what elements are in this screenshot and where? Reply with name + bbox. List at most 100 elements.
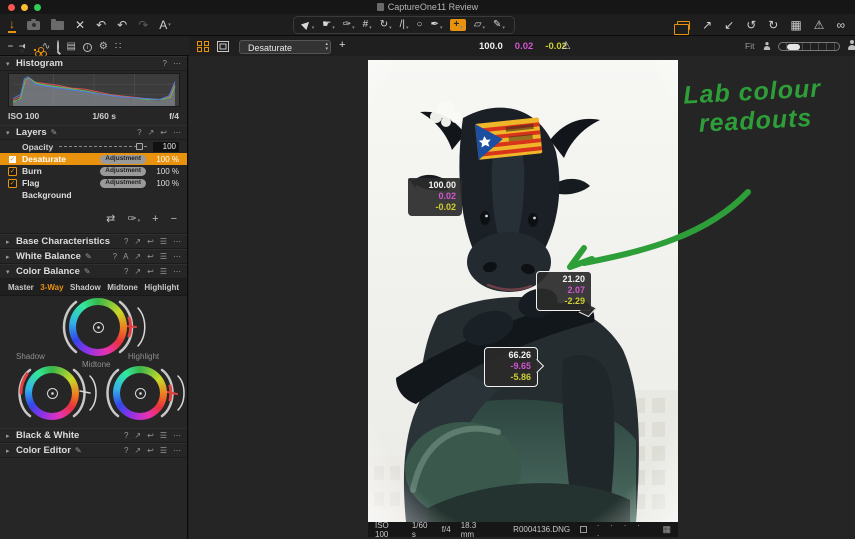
photo-canvas[interactable]: 100.00 0.02 -0.02 21.20 2.07 -2.29 66.26… [368,60,678,522]
copy-settings-icon[interactable]: ↗ [134,237,141,247]
highlight-wheel[interactable] [113,366,167,420]
undo-history-button[interactable]: ↶ [117,18,127,32]
more-icon[interactable]: ⋯ [173,252,181,262]
thumb-toggle-icon[interactable] [580,526,587,533]
shadow-wheel[interactable] [25,366,79,420]
zoom-slider[interactable] [778,42,840,51]
copy-settings-icon[interactable]: ↗ [134,446,141,456]
zoom-slider-knob[interactable] [787,44,800,50]
panel-header-layers[interactable]: ▾ Layers ✎ ? ↗ ↩ ⋯ [0,125,187,140]
lab-readout-tag-2[interactable]: 21.20 2.07 -2.29 [536,271,592,311]
delete-button[interactable]: ✕ [75,18,85,32]
help-icon[interactable]: ? [124,267,128,277]
panel-header-white-balance[interactable]: ▸ White Balance ✎ ? A ↗ ↩ ☰ ⋯ [0,249,187,264]
help-icon[interactable]: ? [124,431,128,441]
panel-header-black-and-white[interactable]: ▸ Black & White ? ↗ ↩ ☰ ⋯ [0,428,187,443]
lab-readout-tool[interactable]: +▾ [450,19,465,31]
rotate-right-button[interactable]: ↻ [768,18,778,32]
reset-icon[interactable]: ↩ [147,237,154,247]
tab-midtone[interactable]: Midtone [107,283,138,292]
spot-removal-tool[interactable]: ○ [417,19,423,31]
new-variant-button[interactable] [677,21,690,30]
tab-details[interactable] [57,41,59,53]
rating-dots[interactable]: · · · · · [597,520,653,539]
brush-menu-button[interactable]: ✑▾ [127,212,140,225]
layer-row-burn[interactable]: ✓ Burn Adjustment 100 % [0,165,187,177]
copy-settings-icon[interactable]: ↗ [134,267,141,277]
panel-header-color-editor[interactable]: ▸ Color Editor ✎ ? ↗ ↩ ☰ ⋯ [0,443,187,458]
copy-settings-icon[interactable]: ↗ [134,431,141,441]
tab-settings[interactable]: ⚙ [99,41,108,53]
capture-button[interactable] [27,21,40,30]
help-icon[interactable]: ? [113,252,117,262]
checkbox-checked-icon[interactable]: ✓ [8,179,17,188]
rotate-tool[interactable]: ↻▾ [380,19,392,31]
copy-settings-icon[interactable]: ↗ [134,252,141,262]
lab-readout-tag-3[interactable]: 66.26 -9.65 -5.86 [484,347,538,387]
zoom-fit-label[interactable]: Fit [745,41,754,51]
reset-icon[interactable]: ↩ [147,431,154,441]
reset-icon[interactable]: ↩ [147,446,154,456]
layer-row-flag[interactable]: ✓ Flag Adjustment 100 % [0,177,187,189]
midtone-wheel[interactable] [69,298,127,356]
help-icon[interactable]: ? [163,59,167,69]
mask-brush-tool[interactable]: ✑▾ [343,19,355,31]
straighten-tool[interactable]: /|▾ [400,19,409,31]
rotate-left-button[interactable]: ↺ [746,18,756,32]
tab-highlight[interactable]: Highlight [144,283,179,292]
more-icon[interactable]: ⋯ [173,128,181,138]
presets-menu-icon[interactable]: ☰ [160,252,167,262]
panel-header-color-balance[interactable]: ▾ Color Balance ✎ ? ↗ ↩ ☰ ⋯ [0,264,187,279]
exposure-warning-button[interactable]: ⚠ [814,18,825,32]
checkbox-checked-icon[interactable]: ✓ [8,155,17,164]
multi-view-button[interactable] [197,41,209,52]
help-icon[interactable]: ? [124,446,128,456]
reset-icon[interactable]: ↩ [147,267,154,277]
select-tool[interactable]: ▶▾ [303,19,314,31]
reset-icon[interactable]: ↩ [160,128,167,138]
copy-settings-icon[interactable]: ↗ [148,128,155,138]
more-icon[interactable]: ⋯ [173,59,181,69]
remove-layer-button[interactable]: − [171,213,177,225]
lab-readout-tag-1[interactable]: 100.00 0.02 -0.02 [408,178,462,216]
undo-button[interactable]: ↶ [96,18,106,32]
tab-exposure[interactable]: ∿ [42,41,50,53]
picker-tool[interactable]: ✒▾ [431,19,443,31]
tab-shadow[interactable]: Shadow [70,283,101,292]
panel-header-histogram[interactable]: ▾ Histogram ? ⋯ [0,56,187,71]
layer-row-background[interactable]: Background [0,189,187,201]
redo-button[interactable]: ↷ [138,18,148,32]
exit-view-button[interactable]: ↙ [724,18,734,32]
draw-tool[interactable]: ✎▾ [493,19,505,31]
pan-tool[interactable]: ☛▾ [322,19,334,31]
checkbox-checked-icon[interactable]: ✓ [8,167,17,176]
tab-output[interactable]: ∷ [115,41,121,53]
tab-lens[interactable]: ◐ [22,41,28,53]
swap-layers-icon[interactable]: ⇄ [106,212,115,225]
proof-margin-button[interactable]: ∞ [836,18,845,32]
layer-row-desaturate[interactable]: ✓ Desaturate Adjustment 100 % [0,153,187,165]
eraser-tool[interactable]: ▱▾ [474,19,485,31]
crop-tool[interactable]: #▾ [363,19,372,31]
more-icon[interactable]: ⋯ [173,267,181,277]
tab-master[interactable]: Master [8,283,34,292]
annotate-text-button[interactable]: A▾ [159,18,171,32]
opacity-slider[interactable] [59,143,147,150]
more-icon[interactable]: ⋯ [173,237,181,247]
more-icon[interactable]: ⋯ [173,446,181,456]
tab-info[interactable]: i [83,41,92,53]
tab-metadata[interactable]: ▤ [66,41,75,53]
panel-header-base-characteristics[interactable]: ▸ Base Characteristics ? ↗ ↩ ☰ ⋯ [0,234,187,249]
add-layer-button[interactable]: + [152,213,158,225]
more-icon[interactable]: ⋯ [173,431,181,441]
variant-selector[interactable]: Desaturate ▴▾ [239,40,331,54]
presets-menu-icon[interactable]: ☰ [160,267,167,277]
opacity-slider-knob[interactable] [136,143,143,150]
add-clone-variant-button[interactable]: + [339,39,345,51]
grid-icon[interactable]: ▦ [662,524,671,535]
auto-adjust-icon[interactable]: A [123,252,128,262]
help-icon[interactable]: ? [137,128,141,138]
tab-3way[interactable]: 3-Way [40,283,63,292]
export-button[interactable] [51,21,64,30]
grid-overlay-button[interactable]: ▦ [790,18,801,32]
